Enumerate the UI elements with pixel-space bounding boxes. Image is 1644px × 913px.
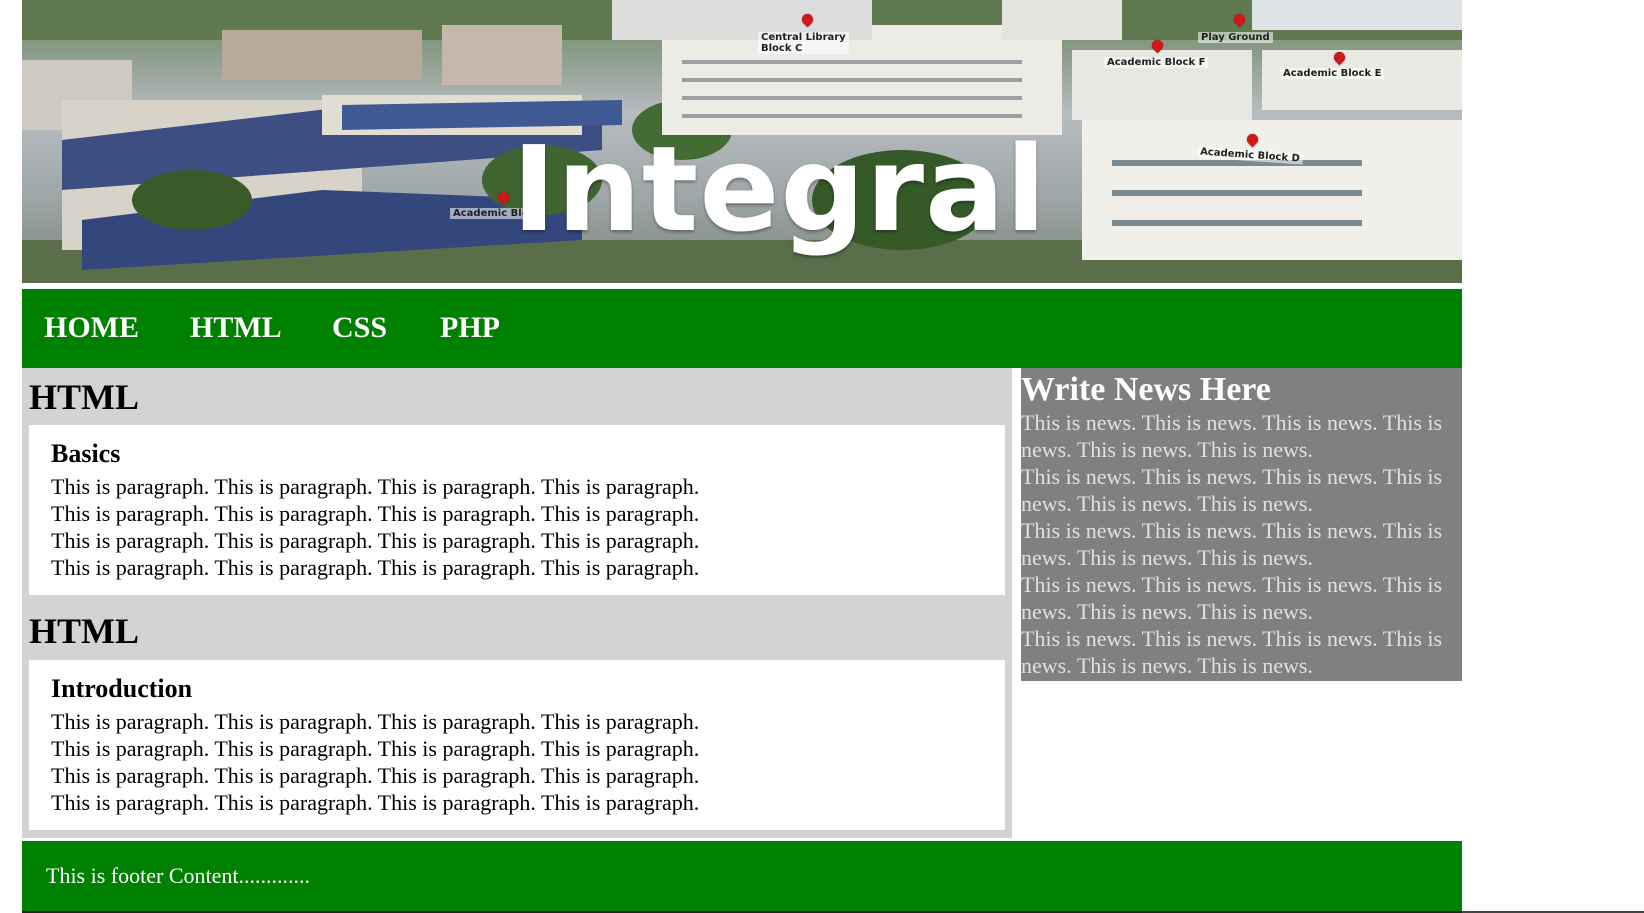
nav-home[interactable]: HOME [44, 311, 139, 345]
article-card: Basics This is paragraph. This is paragr… [29, 425, 1005, 595]
news-item: This is news. This is news. This is news… [1021, 572, 1443, 624]
footer-text: This is footer Content............. [46, 863, 310, 888]
pin-label-sub: Block C [761, 43, 803, 54]
nav-html[interactable]: HTML [190, 311, 282, 345]
paragraph-line: This is paragraph. This is paragraph. Th… [51, 736, 700, 761]
site-container: Central Library Block C Play Ground Acad… [22, 0, 1462, 913]
paragraph-line: This is paragraph. This is paragraph. Th… [51, 501, 700, 526]
news-sidebar: Write News Here This is news. This is ne… [1021, 368, 1462, 681]
pin-label-text: Central Library [761, 32, 846, 43]
paragraph-line: This is paragraph. This is paragraph. Th… [51, 790, 700, 815]
news-heading: Write News Here [1021, 371, 1271, 408]
section-title: HTML [29, 611, 140, 651]
banner-title: Integral [512, 120, 1048, 258]
news-item: This is news. This is news. This is news… [1021, 518, 1443, 570]
paragraph-line: This is paragraph. This is paragraph. Th… [51, 528, 700, 553]
paragraph-line: This is paragraph. This is paragraph. Th… [51, 555, 700, 580]
pin-label-playground: Play Ground [1198, 32, 1273, 43]
main-nav: HOME HTML CSS PHP [22, 289, 1462, 368]
footer: This is footer Content............. [22, 841, 1462, 913]
card-paragraph: This is paragraph. This is paragraph. Th… [51, 708, 781, 816]
main-content: HTML Basics This is paragraph. This is p… [22, 368, 1012, 838]
news-item: This is news. This is news. This is news… [1021, 626, 1443, 678]
pin-label-block-f: Academic Block F [1104, 57, 1209, 68]
article-card: Introduction This is paragraph. This is … [29, 660, 1005, 830]
paragraph-line: This is paragraph. This is paragraph. Th… [51, 763, 700, 788]
pin-label-library: Central Library Block C [758, 32, 849, 54]
news-item: This is news. This is news. This is news… [1021, 464, 1443, 516]
page: Central Library Block C Play Ground Acad… [0, 0, 1644, 913]
nav-css[interactable]: CSS [332, 311, 387, 345]
section-title: HTML [29, 377, 140, 417]
card-paragraph: This is paragraph. This is paragraph. Th… [51, 473, 781, 581]
nav-php[interactable]: PHP [440, 311, 500, 345]
header-banner: Central Library Block C Play Ground Acad… [22, 0, 1462, 283]
paragraph-line: This is paragraph. This is paragraph. Th… [51, 709, 700, 734]
card-heading: Basics [51, 439, 121, 468]
card-heading: Introduction [51, 674, 193, 703]
pin-label-block-e: Academic Block E [1280, 68, 1385, 79]
news-item: This is news. This is news. This is news… [1021, 410, 1443, 462]
paragraph-line: This is paragraph. This is paragraph. Th… [51, 474, 700, 499]
